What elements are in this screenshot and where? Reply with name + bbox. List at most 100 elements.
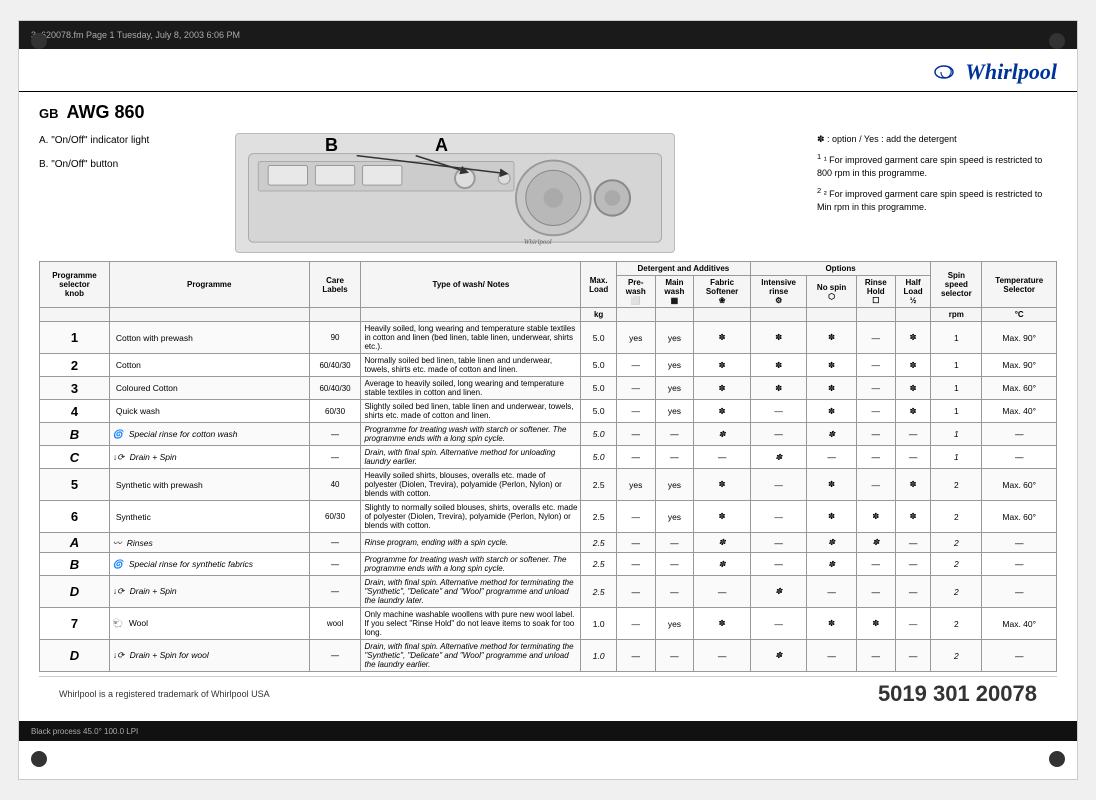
max-load: 5.0 [581,423,616,446]
corner-mark-tr [1049,33,1065,49]
main-wash: — [655,553,694,576]
table-row: 3Coloured Cotton60/40/30Average to heavi… [40,377,1057,400]
pre-wash: — [616,533,655,553]
rinse-hold: ✽ [856,533,895,553]
half-load: ✽ [895,501,930,533]
col-prog-selector: Programmeselectorknob [40,262,110,308]
prog-name: ↓⟳ Drain + Spin [109,576,309,608]
fabric-softener: ✽ [694,377,751,400]
pre-wash: — [616,576,655,608]
spin-speed: 2 [931,553,982,576]
max-load: 2.5 [581,576,616,608]
product-model: AWG 860 [67,102,145,123]
bottom-bar: Black process 45.0° 100.0 LPI [19,721,1077,741]
care-icon: — [309,576,361,608]
type-of-wash: Drain, with final spin. Alternative meth… [361,446,581,469]
indicators-text: A. "On/Off" indicator light B. "On/Off" … [39,133,219,181]
spin-speed: 2 [931,501,982,533]
col-spin-speed: Spinspeedselector [931,262,982,308]
prog-number: B [40,553,110,576]
pre-wash: — [616,377,655,400]
care-icon: wool [309,608,361,640]
max-load: 5.0 [581,400,616,423]
spin-speed: 1 [931,423,982,446]
prog-number: C [40,446,110,469]
max-load: 5.0 [581,354,616,377]
rinse-hold: — [856,469,895,501]
spin-speed: 2 [931,640,982,672]
programme-table: Programmeselectorknob Programme CareLabe… [39,261,1057,672]
prog-number: 4 [40,400,110,423]
half-load: ✽ [895,469,930,501]
type-of-wash: Average to heavily soiled, long wearing … [361,377,581,400]
col-unit-mw [655,308,694,322]
col-detergent-header: Detergent and Additives [616,262,750,276]
intensive-rinse: ✽ [750,640,807,672]
prog-number: 5 [40,469,110,501]
notes-section: ✽ : option / Yes : add the detergent 1 ¹… [817,133,1057,219]
max-load: 2.5 [581,469,616,501]
country-label: GB [39,106,59,121]
main-wash: yes [655,400,694,423]
main-wash: yes [655,501,694,533]
half-load: ✽ [895,400,930,423]
care-icon: 60/40/30 [309,354,361,377]
intensive-rinse: ✽ [750,377,807,400]
intensive-rinse: — [750,608,807,640]
type-of-wash: Programme for treating wash with starch … [361,423,581,446]
temperature: Max. 40° [982,400,1057,423]
temperature: Max. 60° [982,377,1057,400]
rinse-hold: — [856,423,895,446]
half-load: — [895,533,930,553]
rinse-hold: ✽ [856,501,895,533]
col-max-load: Max.Load [581,262,616,308]
rinse-hold: — [856,576,895,608]
no-spin: ✽ [807,608,856,640]
rinse-hold: — [856,553,895,576]
type-of-wash: Slightly to normally soiled blouses, shi… [361,501,581,533]
table-row: 7🐑 WoolwoolOnly machine washable woollen… [40,608,1057,640]
top-bar: 3g620078.fm Page 1 Tuesday, July 8, 2003… [19,21,1077,49]
table-row: D↓⟳ Drain + Spin—Drain, with final spin.… [40,576,1057,608]
pre-wash: — [616,553,655,576]
fabric-softener: ✽ [694,533,751,553]
svg-text:Whirlpool: Whirlpool [524,239,552,246]
care-icon: 90 [309,322,361,354]
table-row: A〰 Rinses—Rinse program, ending with a s… [40,533,1057,553]
prog-number: 7 [40,608,110,640]
type-of-wash: Programme for treating wash with starch … [361,553,581,576]
pre-wash: yes [616,322,655,354]
half-load: — [895,423,930,446]
brand-logo: Whirlpool [929,57,1057,87]
temperature: Max. 90° [982,354,1057,377]
prog-number: B [40,423,110,446]
col-unit-ir [750,308,807,322]
max-load: 5.0 [581,446,616,469]
no-spin: ✽ [807,553,856,576]
label-b: B [325,135,338,156]
type-of-wash: Heavily soiled shirts, blouses, overalls… [361,469,581,501]
fabric-softener: ✽ [694,322,751,354]
rinse-hold: — [856,377,895,400]
prog-name: ↓⟳ Drain + Spin [109,446,309,469]
pre-wash: — [616,608,655,640]
fabric-softener: ✽ [694,354,751,377]
intensive-rinse: ✽ [750,322,807,354]
no-spin: ✽ [807,469,856,501]
prog-number: 6 [40,501,110,533]
temperature: — [982,423,1057,446]
fabric-softener: ✽ [694,423,751,446]
machine-diagram-container: B A [235,133,801,253]
pre-wash: — [616,446,655,469]
rinse-hold: — [856,640,895,672]
col-pre-wash: Pre-wash⬜ [616,276,655,308]
machine-section: A. "On/Off" indicator light B. "On/Off" … [39,133,1057,253]
temperature: — [982,553,1057,576]
corner-mark-bl [31,751,47,767]
col-intensive-rinse: Intensiverinse⚙ [750,276,807,308]
temperature: Max. 40° [982,608,1057,640]
intensive-rinse: — [750,533,807,553]
table-row: 4Quick wash60/30Slightly soiled bed line… [40,400,1057,423]
table-row: 2Cotton60/40/30Normally soiled bed linen… [40,354,1057,377]
temperature: Max. 60° [982,469,1057,501]
